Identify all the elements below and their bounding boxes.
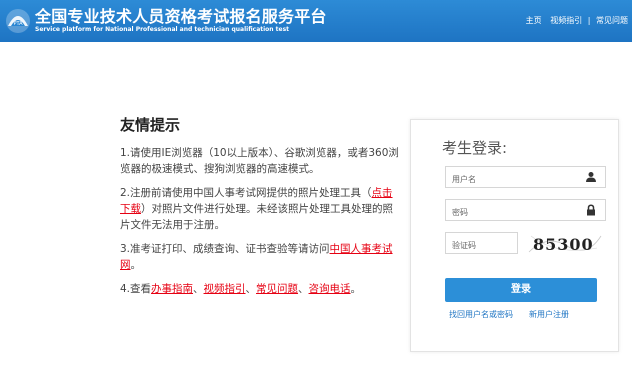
- hotline-link[interactable]: 咨询电话: [309, 283, 351, 295]
- notice-item-photo: 2.注册前请使用中国人事考试网提供的照片处理工具（点击下载）对照片文件进行处理。…: [120, 185, 400, 233]
- notice-item-cpta-text: 3.准考证打印、成绩查询、证书查验等请访问: [120, 243, 330, 255]
- password-field: [445, 199, 606, 223]
- username-input[interactable]: [446, 169, 582, 190]
- captcha-text: 85300: [533, 235, 594, 254]
- site-title: 全国专业技术人员资格考试报名服务平台: [35, 7, 327, 26]
- nav-video-guide-link[interactable]: 视频指引: [550, 16, 582, 25]
- pta-logo-icon[interactable]: PTA: [5, 8, 31, 34]
- link-separator: 、: [193, 283, 204, 295]
- notice-item-cpta: 3.准考证打印、成绩查询、证书查验等请访问中国人事考试网。: [120, 241, 400, 273]
- notice-item-links: 4.查看办事指南、视频指引、常见问题、咨询电话。: [120, 281, 400, 297]
- svg-text:PTA: PTA: [13, 21, 23, 27]
- top-nav: 主页 视频指引 | 常见问题: [526, 15, 628, 26]
- notice-item-browser: 1.请使用IE浏览器（10以上版本）、谷歌浏览器，或者360浏览器的极速模式、搜…: [120, 147, 399, 175]
- username-field: [445, 166, 606, 190]
- notice-item-links-text: 4.查看: [120, 283, 152, 295]
- nav-home-link[interactable]: 主页: [526, 16, 542, 25]
- video-guide-link[interactable]: 视频指引: [204, 283, 246, 295]
- login-button[interactable]: 登录: [445, 278, 597, 302]
- login-links: 找回用户名或密码 新用户注册: [449, 309, 569, 320]
- notice-title: 友情提示: [120, 116, 181, 134]
- login-panel: 考生登录: 85300 登录 找回用户名或密码 新用户注册: [410, 119, 619, 352]
- nav-divider: |: [587, 16, 591, 25]
- notice-item-links-end: 。: [350, 283, 362, 295]
- link-separator: 、: [245, 283, 257, 295]
- captcha-image[interactable]: 85300: [527, 228, 603, 258]
- password-input[interactable]: [446, 202, 582, 223]
- faq-link[interactable]: 常见问题: [256, 283, 298, 295]
- guide-link[interactable]: 办事指南: [151, 283, 193, 295]
- register-link[interactable]: 新用户注册: [529, 310, 569, 319]
- nav-faq-link[interactable]: 常见问题: [596, 16, 628, 25]
- user-icon: [586, 172, 596, 182]
- forgot-credentials-link[interactable]: 找回用户名或密码: [449, 310, 513, 319]
- link-separator: 、: [298, 283, 309, 295]
- login-title: 考生登录:: [442, 139, 508, 157]
- notice-panel: 友情提示 1.请使用IE浏览器（10以上版本）、谷歌浏览器，或者360浏览器的极…: [120, 114, 400, 305]
- captcha-input[interactable]: [446, 235, 518, 256]
- site-subtitle: Service platform for National Profession…: [35, 26, 290, 33]
- lock-icon: [587, 204, 595, 216]
- site-header: PTA 全国专业技术人员资格考试报名服务平台 Service platform …: [0, 0, 632, 42]
- notice-item-cpta-end: 。: [130, 259, 142, 271]
- notice-item-photo-text-a: 2.注册前请使用中国人事考试网提供的照片处理工具（: [120, 187, 372, 199]
- notice-item-photo-text-b: ）对照片文件进行处理。未经该照片处理工具处理的照片文件无法用于注册。: [120, 203, 393, 231]
- captcha-field: [445, 232, 518, 256]
